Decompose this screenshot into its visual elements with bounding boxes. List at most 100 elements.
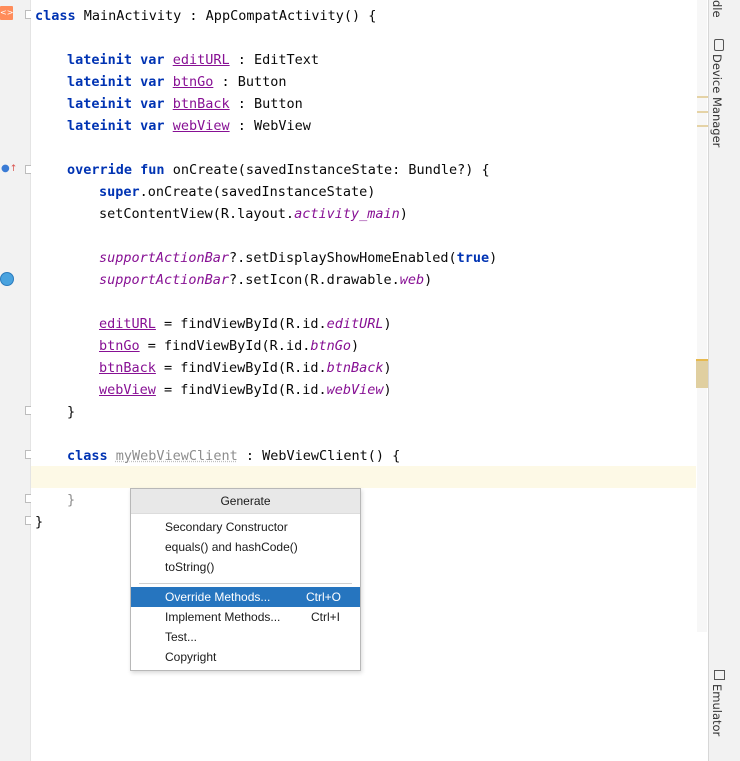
menu-item-label: Test... [165, 630, 198, 644]
kotlin-class-icon[interactable]: <> [0, 6, 13, 20]
resource-ref: editURL [326, 316, 384, 332]
menu-item-implement-methods[interactable]: Implement Methods... Ctrl+I [131, 607, 360, 627]
error-stripe-mark[interactable] [697, 111, 708, 113]
code-text: : WebViewClient() { [237, 448, 401, 464]
code-line: btnBack = findViewById(R.id.btnBack) [99, 357, 392, 379]
code-line: setContentView(R.layout.activity_main) [99, 203, 408, 225]
code-line: supportActionBar?.setIcon(R.drawable.web… [99, 269, 432, 291]
code-text: ) [399, 206, 408, 222]
error-stripe-mark[interactable] [697, 125, 708, 127]
keyword: var [140, 96, 165, 112]
keyword: true [456, 250, 490, 266]
code-text: ) [489, 250, 498, 266]
code-text: = findViewById(R.id. [155, 360, 327, 376]
code-text: : EditText [229, 52, 320, 68]
code-text: = findViewById(R.id. [155, 316, 327, 332]
scroll-thumb[interactable] [696, 359, 708, 388]
override-icon[interactable]: ●↑ [1, 163, 17, 175]
code-text: = findViewById(R.id. [155, 382, 327, 398]
popup-title: Generate [131, 489, 360, 514]
editor-gutter: <> ●↑ [0, 0, 31, 761]
menu-item-label: Implement Methods... [165, 610, 281, 624]
property-name: btnGo [99, 338, 140, 354]
keyword: lateinit [67, 118, 133, 134]
menu-item-test[interactable]: Test... [131, 627, 360, 647]
code-text: setContentView(R.layout. [99, 206, 295, 222]
code-text: .onCreate(savedInstanceState) [139, 184, 376, 200]
menu-item-label: Secondary Constructor [165, 520, 288, 534]
menu-item-shortcut: Ctrl+I [311, 610, 341, 624]
keyword: var [140, 52, 165, 68]
keyword: var [140, 74, 165, 90]
code-text: ?.setDisplayShowHomeEnabled( [229, 250, 457, 266]
property-name: btnBack [172, 96, 230, 112]
code-text: onCreate(savedInstanceState: Bundle?) { [164, 162, 490, 178]
code-line: super.onCreate(savedInstanceState) [99, 181, 375, 203]
keyword: class [67, 448, 108, 464]
menu-item-tostring[interactable]: toString() [131, 557, 360, 577]
property-name: btnBack [99, 360, 156, 376]
code-line: } [67, 492, 76, 508]
device-manager-tab[interactable]: Device Manager [710, 54, 724, 147]
code-line: editURL = findViewById(R.id.editURL) [99, 313, 392, 335]
code-text: ) [383, 382, 392, 398]
code-line: } [67, 404, 76, 420]
emulator-tab[interactable]: Emulator [710, 684, 724, 736]
code-text: ) [350, 338, 360, 354]
code-line: lateinit var webView : WebView [67, 115, 311, 137]
code-text: = findViewById(R.id. [139, 338, 311, 354]
code-line: lateinit var editURL : EditText [67, 49, 319, 71]
generate-popup: Generate Secondary Constructor equals() … [130, 488, 361, 671]
menu-separator [139, 583, 352, 584]
menu-item-equals-hashcode[interactable]: equals() and hashCode() [131, 537, 360, 557]
code-line: } [35, 514, 44, 530]
keyword: override [67, 162, 133, 178]
keyword: lateinit [67, 96, 133, 112]
code-line: lateinit var btnGo : Button [67, 71, 287, 93]
keyword: fun [140, 162, 165, 178]
property-name: btnGo [172, 74, 214, 90]
menu-item-label: toString() [165, 560, 215, 574]
keyword: var [140, 118, 165, 134]
code-line: supportActionBar?.setDisplayShowHomeEnab… [99, 247, 497, 269]
resource-ref: btnGo [310, 338, 351, 354]
code-line: btnGo = findViewById(R.id.btnGo) [99, 335, 359, 357]
code-text: ) [383, 316, 392, 332]
web-drawable-icon[interactable] [0, 272, 14, 286]
code-line: override fun onCreate(savedInstanceState… [67, 159, 490, 181]
menu-item-shortcut: Ctrl+O [306, 590, 342, 604]
code-line: webView = findViewById(R.id.webView) [99, 379, 392, 401]
keyword: class [35, 8, 76, 24]
error-stripe-mark[interactable] [697, 96, 708, 98]
keyword: lateinit [67, 74, 133, 90]
property-name: editURL [172, 52, 230, 68]
code-text: : Button [213, 74, 287, 90]
code-text: : Button [229, 96, 303, 112]
menu-item-override-methods[interactable]: Override Methods... Ctrl+O [131, 587, 360, 607]
tool-window-fragment[interactable]: dle [710, 0, 724, 18]
menu-item-secondary-constructor[interactable]: Secondary Constructor [131, 517, 360, 537]
menu-item-label: equals() and hashCode() [165, 540, 298, 554]
property-name: editURL [99, 316, 156, 332]
resource-ref: web [399, 272, 425, 288]
emulator-icon[interactable] [714, 670, 725, 680]
device-manager-icon[interactable] [714, 39, 724, 51]
synthetic-property: supportActionBar [99, 272, 230, 288]
menu-item-label: Override Methods... [165, 590, 271, 604]
scroll-track[interactable] [697, 0, 707, 632]
property-name: webView [172, 118, 230, 134]
menu-item-label: Copyright [165, 650, 217, 664]
code-line: class MainActivity : AppCompatActivity()… [35, 5, 376, 27]
code-text: ) [424, 272, 433, 288]
resource-ref: activity_main [294, 206, 400, 222]
synthetic-property: supportActionBar [99, 250, 230, 266]
menu-item-copyright[interactable]: Copyright [131, 647, 360, 667]
unused-class-name: myWebViewClient [115, 448, 238, 464]
keyword: super [99, 184, 140, 200]
keyword: lateinit [67, 52, 133, 68]
code-text: ) [383, 360, 392, 376]
code-text: : WebView [229, 118, 311, 134]
code-text: MainActivity : AppCompatActivity() { [75, 8, 377, 24]
code-text: ?.setIcon(R.drawable. [229, 272, 400, 288]
code-line: lateinit var btnBack : Button [67, 93, 303, 115]
